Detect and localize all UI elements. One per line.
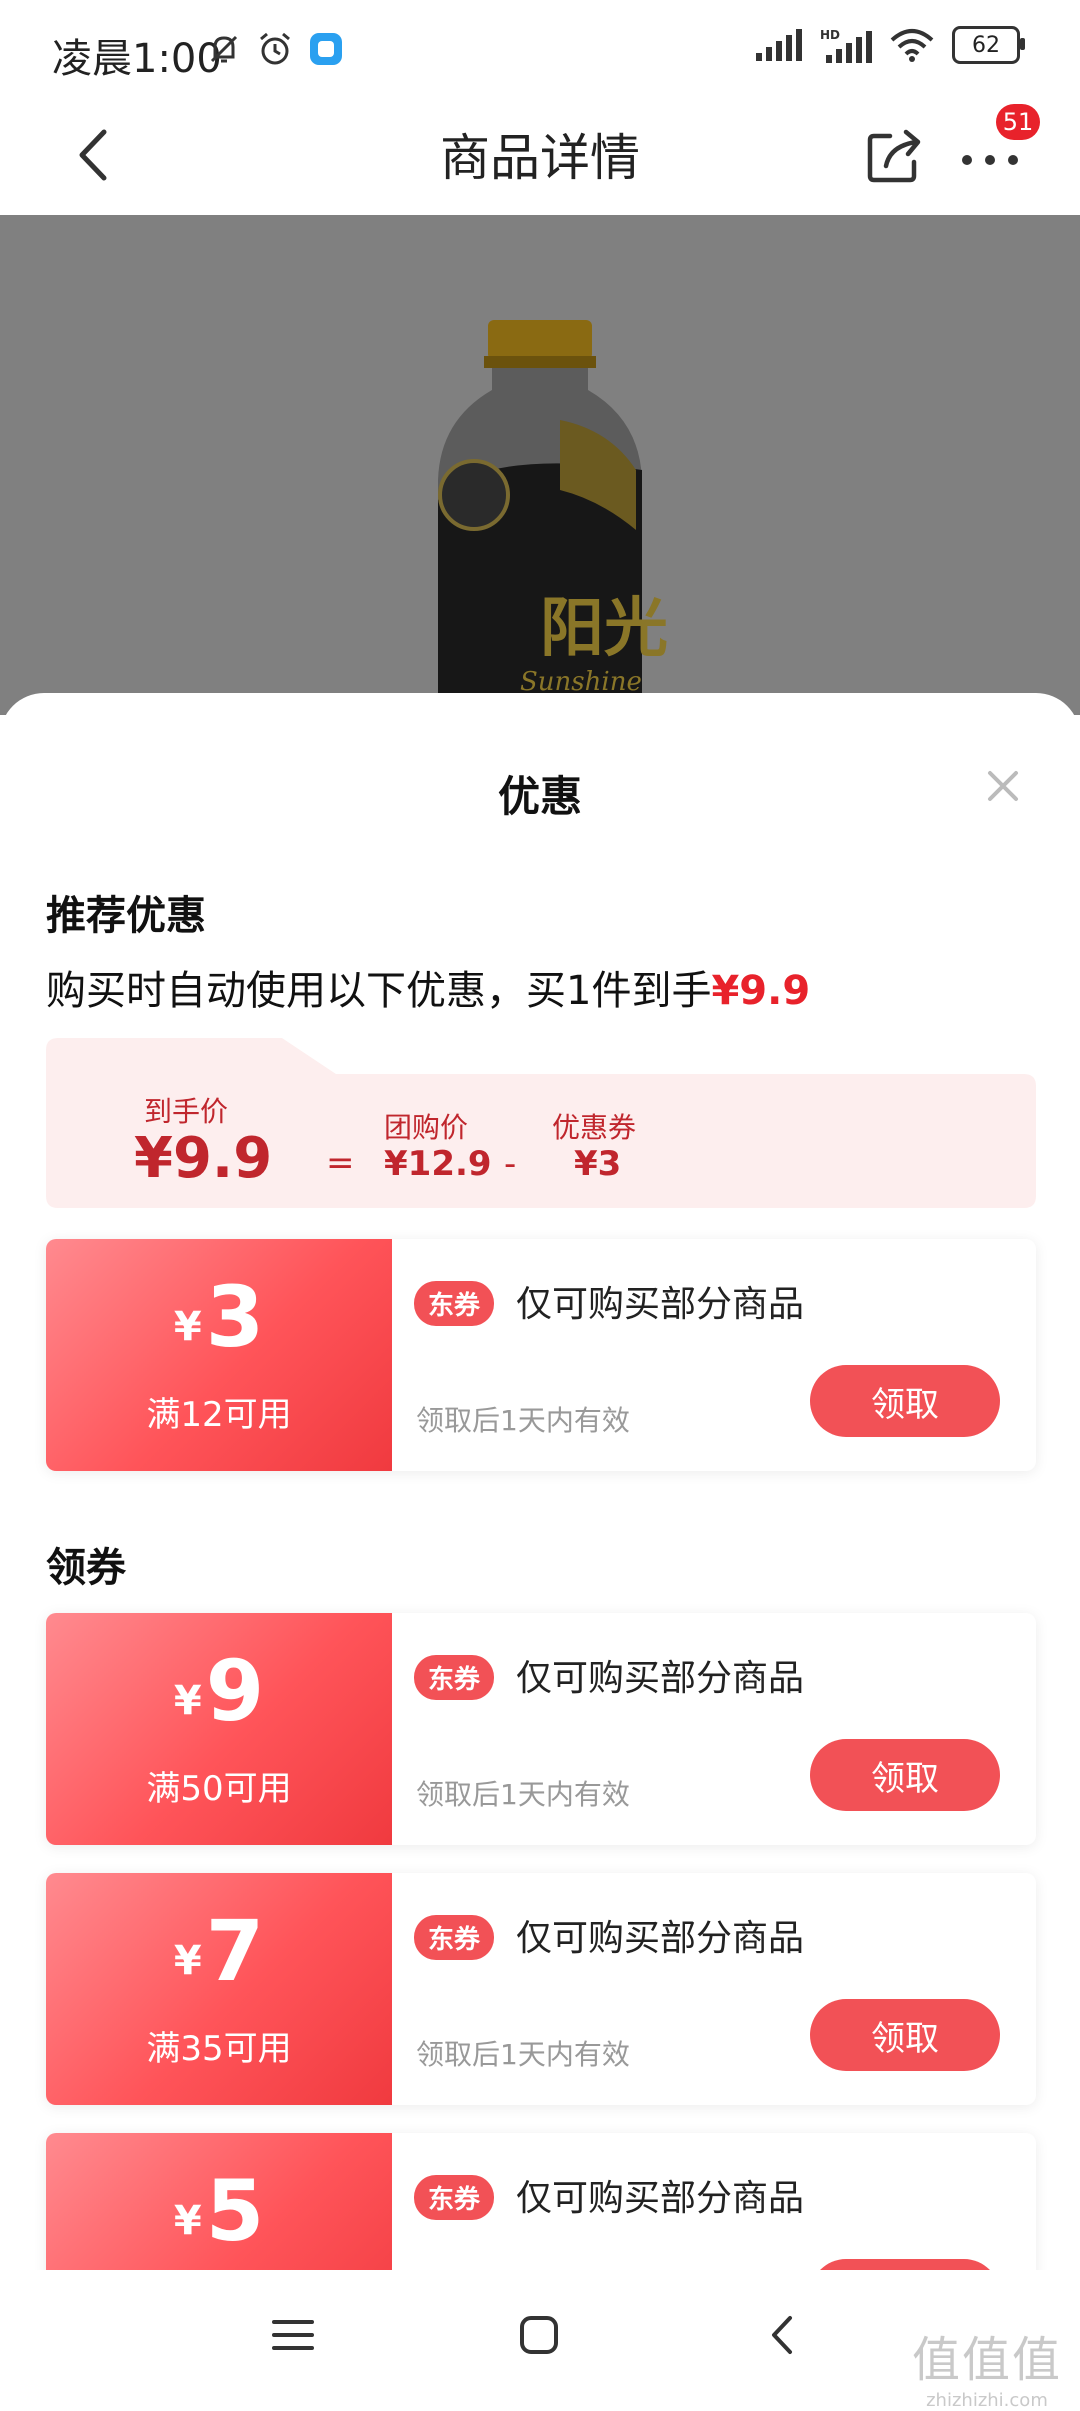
battery-icon: 62 <box>952 26 1025 64</box>
final-price-value: ¥9.9 <box>134 1126 273 1191</box>
coupon-condition: 满35可用 <box>146 2029 292 2069</box>
coupon-amount: ¥7 <box>46 1909 392 1993</box>
coupon-amount: ¥9 <box>46 1649 392 1733</box>
battery-level: 62 <box>972 32 1000 58</box>
recommend-price: ¥9.9 <box>711 968 811 1014</box>
product-bottle-image: 阳光 Sunshine <box>438 320 668 715</box>
coupon-card: ¥9 满50可用 东券 仅可购买部分商品 领取后1天内有效 领取 <box>46 1613 1036 1845</box>
coupon-currency: ¥ <box>173 1304 202 1350</box>
coupon-amount-panel: ¥5 <box>46 2133 392 2270</box>
watermark: 值值值 zhizhizhi.com <box>912 2320 1062 2411</box>
coupon-amount: ¥5 <box>46 2169 392 2253</box>
product-image: 阳光 Sunshine <box>0 215 1080 715</box>
watermark-logo: 值值值 <box>911 2332 1062 2388</box>
status-time: 凌晨1:00 <box>52 36 222 82</box>
app-icon <box>310 33 342 65</box>
coupon-description: 仅可购买部分商品 <box>516 2178 805 2219</box>
hd-signal-icon: HD <box>820 28 872 63</box>
price-breakdown: 到手价 ¥9.9 = 团购价 ¥12.9 - 优惠券 ¥3 <box>46 1038 1036 1208</box>
coupon-amount-panel: ¥9 满50可用 <box>46 1613 392 1845</box>
coupon-validity: 领取后1天内有效 <box>416 1778 630 1811</box>
coupon-card: ¥7 满35可用 东券 仅可购买部分商品 领取后1天内有效 领取 <box>46 1873 1036 2105</box>
coupon-tag: 东券 <box>414 1915 495 1960</box>
status-right-icons: HD 62 <box>756 26 1025 64</box>
coupon-amount: ¥3 <box>46 1275 392 1359</box>
coupon-amount-value: 7 <box>205 1902 265 2000</box>
coupon-currency: ¥ <box>173 1678 202 1724</box>
coupon-description: 仅可购买部分商品 <box>516 1284 805 1325</box>
coupon-currency: ¥ <box>173 2198 202 2244</box>
minus-sign: - <box>504 1144 517 1184</box>
share-icon[interactable] <box>860 120 930 190</box>
menu-icon[interactable] <box>268 2310 318 2360</box>
watermark-url: zhizhizhi.com <box>926 2390 1048 2411</box>
sheet-title: 优惠 <box>497 772 582 821</box>
alarm-icon <box>260 32 290 65</box>
claim-button[interactable]: 领取 <box>810 1739 1000 1811</box>
product-brand-text: 阳光 <box>540 591 668 666</box>
recommend-description: 购买时自动使用以下优惠，买1件到手¥9.9 <box>46 958 810 1016</box>
mute-bell-icon <box>210 35 238 63</box>
claim-button[interactable]: 领取 <box>810 1999 1000 2071</box>
coupon-amount-panel: ¥3 满12可用 <box>46 1239 392 1471</box>
top-nav-bar: 商品详情 51 <box>0 100 1080 215</box>
coupon-condition: 满12可用 <box>146 1395 292 1435</box>
coupons-section-title: 领券 <box>46 1545 126 1591</box>
coupon-tag: 东券 <box>414 2175 495 2220</box>
group-price-value: ¥12.9 <box>384 1144 492 1184</box>
claim-button[interactable]: 领取 <box>810 1365 1000 1437</box>
group-price-label: 团购价 <box>384 1111 469 1144</box>
coupon-description: 仅可购买部分商品 <box>516 1658 805 1699</box>
claim-button[interactable] <box>810 2259 1000 2270</box>
discount-sheet: 优惠 推荐优惠 购买时自动使用以下优惠，买1件到手¥9.9 到手价 ¥9.9 =… <box>0 693 1080 2270</box>
final-price-label: 到手价 <box>144 1095 229 1128</box>
coupon-amount-value: 9 <box>205 1642 265 1740</box>
coupon-tag: 东券 <box>414 1655 495 1700</box>
coupon-condition: 满50可用 <box>146 1769 292 1809</box>
coupon-card: ¥5 东券 仅可购买部分商品 <box>46 2133 1036 2270</box>
svg-text:HD: HD <box>820 28 840 42</box>
home-icon[interactable] <box>514 2310 564 2360</box>
coupon-label: 优惠券 <box>552 1111 637 1144</box>
signal-icon <box>756 29 802 61</box>
status-bar: 凌晨1:00 HD 62 <box>0 0 1080 100</box>
coupon-currency: ¥ <box>173 1938 202 1984</box>
coupon-validity: 领取后1天内有效 <box>416 2038 630 2071</box>
coupon-value: ¥3 <box>574 1144 622 1184</box>
notification-badge: 51 <box>996 104 1040 140</box>
coupon-amount-panel: ¥7 满35可用 <box>46 1873 392 2105</box>
equals-sign: = <box>326 1143 355 1183</box>
wifi-icon <box>890 29 934 62</box>
recommend-section-title: 推荐优惠 <box>46 893 206 939</box>
back-icon[interactable] <box>758 2310 808 2360</box>
recommend-text: 购买时自动使用以下优惠，买1件到手 <box>46 968 712 1014</box>
coupon-description: 仅可购买部分商品 <box>516 1918 805 1959</box>
recommended-coupon-card: ¥3 满12可用 东券 仅可购买部分商品 领取后1天内有效 领取 <box>46 1239 1036 1471</box>
status-left-icons <box>206 30 344 68</box>
close-icon[interactable] <box>978 761 1028 811</box>
coupon-tag: 东券 <box>414 1281 495 1326</box>
coupon-validity: 领取后1天内有效 <box>416 1404 630 1437</box>
coupon-amount-value: 3 <box>205 1268 265 1366</box>
coupon-amount-value: 5 <box>205 2162 265 2260</box>
